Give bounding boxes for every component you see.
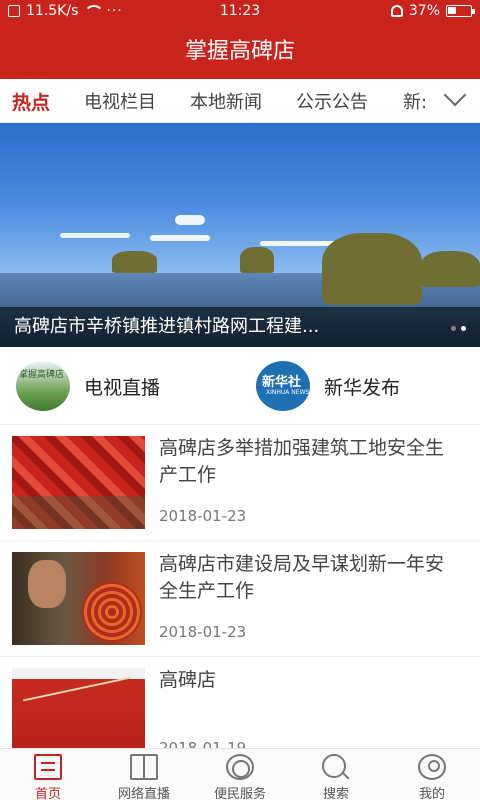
cloud xyxy=(60,233,130,238)
nav-profile[interactable]: 我的 xyxy=(384,749,480,800)
list-item[interactable]: 高碑店多举措加强建筑工地安全生产工作 2018-01-23 xyxy=(0,425,480,541)
battery-percent: 37% xyxy=(408,3,440,19)
list-item[interactable]: 高碑店市建设局及早谋划新一年安全生产工作 2018-01-23 xyxy=(0,541,480,657)
mute-icon xyxy=(390,5,403,17)
nav-live[interactable]: 网络直播 xyxy=(96,749,192,800)
news-date: 2018-01-23 xyxy=(159,507,247,525)
tv-live-label: 电视直播 xyxy=(84,376,161,399)
nav-profile-label: 我的 xyxy=(418,787,445,800)
tab-overflow: 新: xyxy=(400,88,430,114)
home-icon xyxy=(34,754,62,780)
tab-tv-programs[interactable]: 电视栏目 xyxy=(84,88,156,114)
xinhua-label: 新华发布 xyxy=(324,376,401,399)
news-title: 高碑店市建设局及早谋划新一年安全生产工作 xyxy=(159,553,445,602)
status-right: 37% xyxy=(390,3,475,19)
news-thumbnail xyxy=(12,436,145,529)
nav-services[interactable]: 便民服务 xyxy=(192,749,288,800)
category-tabs: 热点 电视栏目 本地新闻 公示公告 新: xyxy=(0,79,480,123)
quick-links: 掌握高碑店 电视直播 新华社 XINHUA NEWS 新华发布 xyxy=(0,347,480,425)
banner-carousel[interactable]: 高碑店市辛桥镇推进镇村路网工程建... xyxy=(0,123,480,347)
tv-live-link[interactable]: 掌握高碑店 电视直播 xyxy=(16,361,160,411)
app-title: 掌握高碑店 xyxy=(0,24,480,79)
carousel-dot xyxy=(451,326,456,331)
search-icon xyxy=(322,754,346,778)
cloud xyxy=(150,235,210,241)
profile-icon xyxy=(418,754,446,780)
banner-caption[interactable]: 高碑店市辛桥镇推进镇村路网工程建... xyxy=(0,307,480,347)
reed-clump xyxy=(112,251,157,273)
nav-search[interactable]: 搜索 xyxy=(288,749,384,800)
news-date: 2018-01-23 xyxy=(159,623,247,641)
tab-new[interactable]: 新: xyxy=(403,88,427,114)
xinhua-link[interactable]: 新华社 XINHUA NEWS 新华发布 xyxy=(256,361,400,411)
xinhua-logo: 新华社 XINHUA NEWS xyxy=(256,361,310,411)
service-icon xyxy=(226,754,254,780)
nav-live-label: 网络直播 xyxy=(117,787,170,800)
carousel-dot-active xyxy=(461,326,466,331)
carousel-indicator xyxy=(451,326,466,331)
tv-live-logo: 掌握高碑店 xyxy=(16,361,70,411)
book-icon xyxy=(130,754,158,780)
reed-clump xyxy=(240,247,274,273)
tv-live-logo-text: 掌握高碑店 xyxy=(19,370,65,380)
nav-services-label: 便民服务 xyxy=(213,787,266,800)
cloud xyxy=(175,215,205,225)
news-title: 高碑店多举措加强建筑工地安全生产工作 xyxy=(159,437,445,486)
nav-search-label: 搜索 xyxy=(322,787,349,800)
tab-announcements[interactable]: 公示公告 xyxy=(296,88,368,114)
reed-clump xyxy=(420,251,480,287)
tab-hot[interactable]: 热点 xyxy=(12,88,50,115)
nav-home[interactable]: 首页 xyxy=(0,749,96,800)
tab-local-news[interactable]: 本地新闻 xyxy=(190,88,262,114)
xinhua-logo-text: 新华社 xyxy=(262,375,302,390)
bottom-nav: 首页 网络直播 便民服务 搜索 我的 xyxy=(0,748,480,800)
status-bar: 11.5K/s ··· 11:23 37% xyxy=(0,0,480,24)
battery-icon xyxy=(446,5,475,17)
nav-home-label: 首页 xyxy=(34,787,61,800)
app-screen: 11.5K/s ··· 11:23 37% 掌握高碑店 热点 电视栏目 本地新闻… xyxy=(0,0,480,800)
reed-clump xyxy=(322,233,422,305)
news-title: 高碑店 xyxy=(159,669,217,691)
chevron-down-icon[interactable] xyxy=(442,93,466,107)
xinhua-logo-sub: XINHUA NEWS xyxy=(266,389,310,396)
news-thumbnail xyxy=(12,552,145,645)
